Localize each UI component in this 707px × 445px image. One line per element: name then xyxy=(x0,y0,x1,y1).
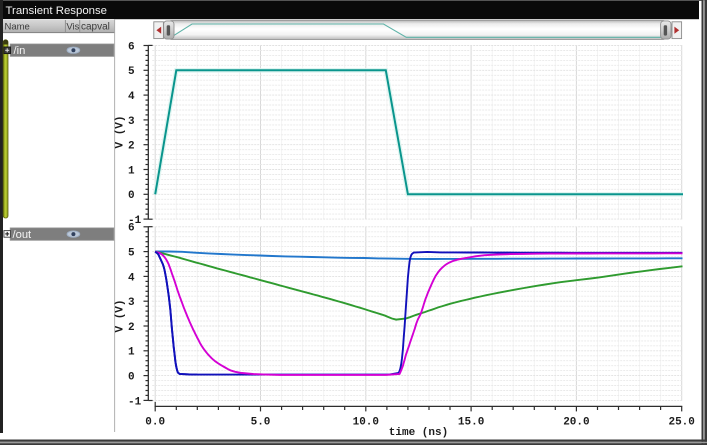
svg-text:Name: Name xyxy=(5,21,30,32)
svg-text:4: 4 xyxy=(128,272,135,284)
svg-text:V (V): V (V) xyxy=(115,115,127,148)
svg-text:1: 1 xyxy=(128,347,135,359)
svg-text:V (V): V (V) xyxy=(115,299,127,332)
svg-text:time (ns): time (ns) xyxy=(389,427,448,439)
svg-text:-1: -1 xyxy=(128,396,142,408)
svg-text:4: 4 xyxy=(128,91,135,103)
svg-text:2: 2 xyxy=(128,141,135,153)
svg-text:2: 2 xyxy=(128,322,135,334)
svg-text:6: 6 xyxy=(128,41,135,53)
svg-text:Vis: Vis xyxy=(66,21,79,32)
svg-text:1: 1 xyxy=(128,165,135,177)
svg-text:3: 3 xyxy=(128,297,135,309)
svg-text:10.0: 10.0 xyxy=(353,417,379,429)
svg-text:0: 0 xyxy=(128,190,135,202)
svg-text:capval: capval xyxy=(81,22,110,33)
svg-text:6: 6 xyxy=(128,223,135,235)
svg-text:25.0: 25.0 xyxy=(668,417,694,429)
svg-text:3: 3 xyxy=(128,116,135,128)
svg-text:5.0: 5.0 xyxy=(251,417,271,429)
svg-text:0.0: 0.0 xyxy=(145,417,165,429)
svg-text:/out: /out xyxy=(13,229,33,241)
svg-text:Transient Response: Transient Response xyxy=(6,5,108,17)
svg-text:0: 0 xyxy=(128,372,135,384)
svg-text:15.0: 15.0 xyxy=(458,417,484,429)
svg-text:5: 5 xyxy=(128,66,135,78)
svg-text:5: 5 xyxy=(128,248,135,260)
svg-text:/in: /in xyxy=(14,45,26,57)
svg-text:20.0: 20.0 xyxy=(563,417,589,429)
